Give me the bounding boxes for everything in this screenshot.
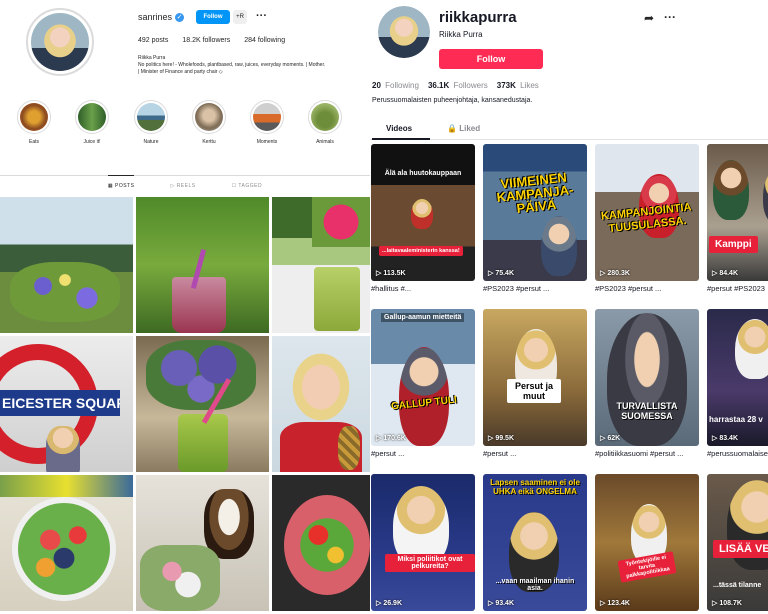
tab-underline (372, 138, 430, 140)
ig-post[interactable] (0, 475, 133, 611)
tt-avatar[interactable] (378, 6, 430, 58)
tab-tagged[interactable]: ☐ TAGGED (232, 176, 263, 195)
tiktok-profile: riikkapurra Riikka Purra Follow ➦ ··· 20… (370, 0, 768, 614)
tt-tabs: Videos 🔒 Liked (370, 118, 768, 140)
tt-followers[interactable]: 36.1K Followers (428, 81, 488, 90)
more-icon[interactable]: ··· (664, 10, 676, 24)
view-count: ▷ 26.9K (376, 600, 403, 607)
ig-post[interactable] (272, 475, 370, 611)
video-item[interactable]: harrastaa 28 v ▷ 83.4K #perussuomalaiset… (707, 309, 768, 474)
tab-posts[interactable]: ▦ POSTS (107, 175, 135, 195)
ig-bio-line: | Minister of Finance and party chair ◇ (138, 69, 223, 75)
highlight-animals[interactable]: Animals (305, 100, 345, 145)
video-caption: #PS2023 #persut ... (483, 284, 550, 293)
ig-post[interactable] (272, 336, 370, 472)
video-caption: #persut #PS2023 (707, 284, 765, 293)
ig-add-user-button[interactable]: +R (233, 10, 247, 24)
verified-icon: ✓ (175, 13, 185, 23)
tt-following[interactable]: 20 Following (372, 81, 419, 90)
ig-stats: 492 posts 18.2K followers 284 following (138, 37, 285, 44)
video-item[interactable]: Kamppi ▷ 84.4K #persut #PS2023 (707, 144, 768, 309)
video-item[interactable]: VIIMEINEN KAMPANJA-PÄIVÄ ▷ 75.4K #PS2023… (483, 144, 587, 309)
ig-post[interactable] (0, 197, 133, 333)
tt-stats: 20 Following 36.1K Followers 373K Likes (372, 81, 539, 90)
ig-bio: Riikka Purra No politics here! - Wholefo… (138, 55, 368, 76)
video-item[interactable]: Älä ala huutokauppaan ...laitavaaleminis… (371, 144, 475, 309)
ig-posts-count: 492 posts (138, 37, 169, 44)
highlight-eats[interactable]: Eats (14, 100, 54, 145)
tab-videos[interactable]: Videos (386, 124, 412, 133)
view-count: ▷ 170.6K (376, 435, 406, 442)
video-caption: #politiikkasuomi #persut ... (595, 449, 684, 458)
ig-tabs: ▦ POSTS ▷ REELS ☐ TAGGED (0, 175, 370, 195)
video-item[interactable]: Gallup-aamun mietteitä GALLUP TULI ▷ 170… (371, 309, 475, 474)
tt-bio: Perussuomalaisten puheenjohtaja, kansane… (372, 97, 533, 104)
video-caption: #persut ... (371, 449, 405, 458)
video-caption: #persut ... (483, 449, 517, 458)
ig-username[interactable]: sanrines (138, 12, 172, 22)
ig-post-grid: EICESTER SQUARE (0, 197, 370, 611)
view-count: ▷ 84.4K (712, 270, 739, 277)
tab-liked[interactable]: 🔒 Liked (447, 124, 480, 133)
lock-icon: 🔒 (447, 124, 457, 133)
ig-username-row: sanrines ✓ (138, 12, 185, 23)
video-caption: #hallitus #... (371, 284, 412, 293)
view-count: ▷ 113.5K (376, 270, 406, 277)
ig-following-count[interactable]: 284 following (244, 37, 285, 44)
ig-follow-button[interactable]: Follow (196, 10, 230, 24)
view-count: ▷ 108.7K (712, 600, 742, 607)
view-count: ▷ 280.3K (600, 270, 630, 277)
highlight-moments[interactable]: Moments (247, 100, 287, 145)
video-item[interactable]: Persut ja muut ▷ 99.5K #persut ... (483, 309, 587, 474)
instagram-profile: sanrines ✓ Follow +R ··· 492 posts 18.2K … (0, 0, 370, 614)
tt-display-name: Riikka Purra (439, 30, 483, 39)
ig-followers-count[interactable]: 18.2K followers (182, 37, 230, 44)
view-count: ▷ 93.4K (488, 600, 515, 607)
ig-post[interactable] (136, 336, 269, 472)
video-grid: Älä ala huutokauppaan ...laitavaaleminis… (371, 144, 768, 614)
ig-more-icon[interactable]: ··· (256, 10, 267, 22)
video-item[interactable]: TURVALLISTA SUOMESSA ▷ 62K #politiikkasu… (595, 309, 699, 474)
ig-post[interactable] (136, 197, 269, 333)
sign-text: EICESTER SQUARE (0, 390, 120, 416)
tab-reels[interactable]: ▷ REELS (170, 176, 195, 195)
tt-likes: 373K Likes (496, 81, 539, 90)
tt-follow-button[interactable]: Follow (439, 49, 543, 69)
view-count: ▷ 62K (600, 435, 621, 442)
ig-bio-name: Riikka Purra (138, 55, 166, 61)
tt-username: riikkapurra (439, 9, 517, 26)
ig-avatar[interactable] (26, 8, 94, 76)
highlight-juice[interactable]: Juice it! (72, 100, 112, 145)
ig-post[interactable] (272, 197, 370, 333)
view-count: ▷ 75.4K (488, 270, 515, 277)
share-icon[interactable]: ➦ (644, 11, 654, 25)
ig-post[interactable]: EICESTER SQUARE (0, 336, 133, 472)
highlight-kerttu[interactable]: Kerttu (189, 100, 229, 145)
ig-post[interactable] (136, 475, 269, 611)
video-item[interactable]: KAMPANJOINTIA TUUSULASSA. ▷ 280.3K #PS20… (595, 144, 699, 309)
view-count: ▷ 123.4K (600, 600, 630, 607)
ig-bio-line: No politics here! - Wholefoods, plantbas… (138, 62, 326, 68)
view-count: ▷ 83.4K (712, 435, 739, 442)
video-caption: #PS2023 #persut ... (595, 284, 662, 293)
highlight-nature[interactable]: Nature (131, 100, 171, 145)
video-item[interactable]: Työntekijöille ei tarvita palkkapolitiik… (595, 474, 699, 614)
video-item[interactable]: Miksi poliitikot ovat pelkureita? ▷ 26.9… (371, 474, 475, 614)
video-item[interactable]: Lapsen saaminen ei ole UHKA eikä ONGELMA… (483, 474, 587, 614)
video-caption: #perussuomalaiset... (707, 449, 768, 458)
screen: sanrines ✓ Follow +R ··· 492 posts 18.2K … (0, 0, 768, 614)
video-item[interactable]: LISÄÄ VER ...tässä tilanne ▷ 108.7K (707, 474, 768, 614)
view-count: ▷ 99.5K (488, 435, 515, 442)
